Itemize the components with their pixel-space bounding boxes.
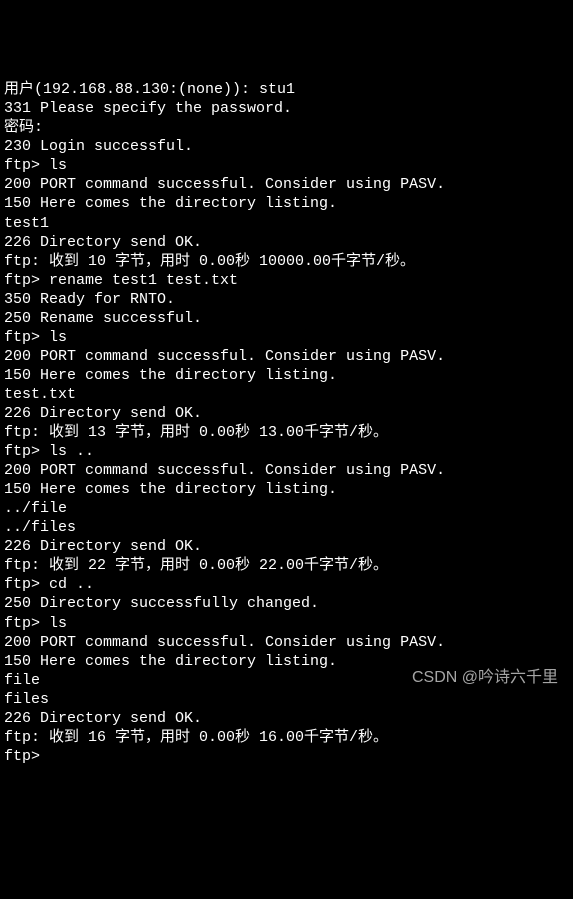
terminal-line: ftp: 收到 22 字节，用时 0.00秒 22.00千字节/秒。	[4, 556, 569, 575]
terminal-line: ftp> ls	[4, 614, 569, 633]
terminal-line: 226 Directory send OK.	[4, 709, 569, 728]
terminal-line: 226 Directory send OK.	[4, 233, 569, 252]
terminal-line: 用户(192.168.88.130:(none)): stu1	[4, 80, 569, 99]
terminal-line: ftp> cd ..	[4, 575, 569, 594]
terminal-line: 226 Directory send OK.	[4, 404, 569, 423]
terminal-line: test.txt	[4, 385, 569, 404]
terminal-line: ftp> ls ..	[4, 442, 569, 461]
terminal-line: ftp: 收到 16 字节，用时 0.00秒 16.00千字节/秒。	[4, 728, 569, 747]
terminal-line: 200 PORT command successful. Consider us…	[4, 175, 569, 194]
terminal-line: 250 Directory successfully changed.	[4, 594, 569, 613]
terminal-line: ftp> ls	[4, 328, 569, 347]
terminal-line: ftp: 收到 13 字节，用时 0.00秒 13.00千字节/秒。	[4, 423, 569, 442]
terminal-line: test1	[4, 214, 569, 233]
terminal-line: 350 Ready for RNTO.	[4, 290, 569, 309]
terminal-line: ftp> ls	[4, 156, 569, 175]
terminal-line: 密码:	[4, 118, 569, 137]
terminal-line: ../file	[4, 499, 569, 518]
terminal-line: ../files	[4, 518, 569, 537]
terminal-line: files	[4, 690, 569, 709]
terminal-line: 226 Directory send OK.	[4, 537, 569, 556]
terminal-line: 150 Here comes the directory listing.	[4, 366, 569, 385]
terminal-line: 200 PORT command successful. Consider us…	[4, 633, 569, 652]
terminal-line: 250 Rename successful.	[4, 309, 569, 328]
watermark: CSDN @吟诗六千里	[412, 668, 558, 688]
terminal-line: 150 Here comes the directory listing.	[4, 194, 569, 213]
terminal-output[interactable]: 用户(192.168.88.130:(none)): stu1331 Pleas…	[4, 80, 569, 766]
terminal-line: 150 Here comes the directory listing.	[4, 480, 569, 499]
terminal-line: 331 Please specify the password.	[4, 99, 569, 118]
terminal-line: 200 PORT command successful. Consider us…	[4, 347, 569, 366]
terminal-line: ftp> rename test1 test.txt	[4, 271, 569, 290]
terminal-line: ftp>	[4, 747, 569, 766]
terminal-line: ftp: 收到 10 字节，用时 0.00秒 10000.00千字节/秒。	[4, 252, 569, 271]
terminal-line: 200 PORT command successful. Consider us…	[4, 461, 569, 480]
terminal-line: 230 Login successful.	[4, 137, 569, 156]
